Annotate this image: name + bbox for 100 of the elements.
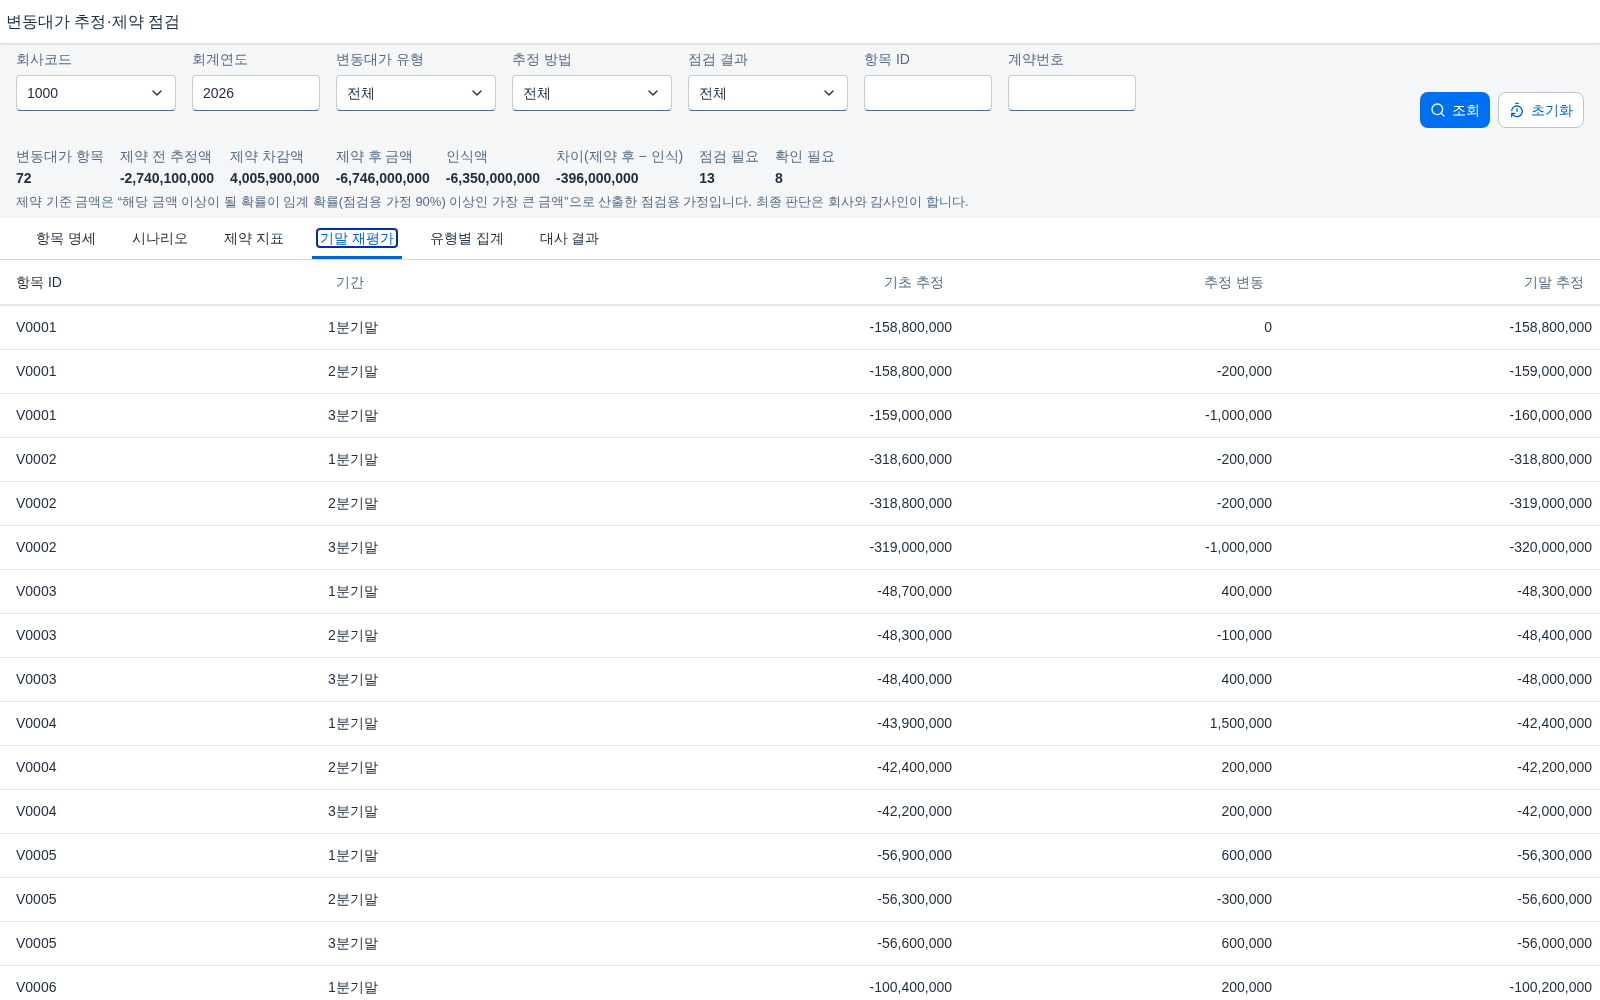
field-label: 회사코드	[16, 50, 73, 69]
input-field[interactable]	[1008, 75, 1136, 111]
field-label: 회계연도	[192, 50, 249, 69]
table-cell-text: V0001	[15, 362, 58, 381]
input-field[interactable]	[864, 75, 992, 111]
summary-value: -6,746,000,000	[335, 169, 430, 188]
tab[interactable]: 항목 명세	[28, 227, 104, 259]
column-header: 기말 추정	[1523, 272, 1585, 292]
table-cell-text: 600,000	[1220, 934, 1273, 953]
table-cell-text: -319,000,000	[868, 538, 953, 557]
summary-value: 72	[16, 169, 33, 188]
summary-value: -6,350,000,000	[445, 169, 541, 188]
column-header: 추정 변동	[1203, 272, 1265, 292]
table-cell-text: V0005	[15, 934, 58, 953]
input-field[interactable]: 2026	[192, 75, 320, 111]
field-label: 항목 ID	[864, 50, 911, 69]
table-cell-text: -48,400,000	[1516, 626, 1593, 645]
table-cell-text: -158,800,000	[1508, 318, 1593, 337]
search-button[interactable]: 조회	[1420, 92, 1490, 128]
tab[interactable]: 유형별 집계	[421, 227, 512, 259]
table-cell-text: 2분기말	[327, 890, 379, 909]
select-field[interactable]: 전체	[336, 75, 496, 111]
table-cell-text: -318,600,000	[868, 450, 953, 469]
table-cell-text: 1분기말	[327, 846, 379, 865]
table-cell-text: V0005	[15, 890, 58, 909]
table-cell-text: -42,400,000	[1516, 714, 1593, 733]
table-cell-text: -200,000	[1215, 494, 1273, 513]
table-cell-text: -43,900,000	[876, 714, 953, 733]
table-cell-text: 1분기말	[327, 582, 379, 601]
table-cell-text: -320,000,000	[1508, 538, 1593, 557]
column-header: 기초 추정	[883, 272, 945, 292]
select-field[interactable]: 1000	[16, 75, 176, 111]
table-cell-text: -100,000	[1215, 626, 1273, 645]
table-cell-text: 400,000	[1220, 582, 1273, 601]
table-cell-text: 2분기말	[327, 626, 379, 645]
table-cell-text: -56,600,000	[876, 934, 953, 953]
table-cell-text: 3분기말	[327, 934, 379, 953]
summary-label: 제약 차감액	[230, 147, 305, 166]
tab[interactable]: 대사 결과	[531, 227, 608, 259]
table-cell-text: -200,000	[1215, 362, 1273, 381]
table-cell-text: 1분기말	[327, 978, 379, 997]
summary-label: 차이(제약 후 − 인식)	[556, 147, 684, 166]
search-icon	[1430, 102, 1446, 118]
table-cell-text: V0005	[15, 846, 58, 865]
summary-label: 인식액	[445, 147, 489, 166]
table-cell-text: -158,800,000	[868, 318, 953, 337]
table-cell-text: -56,300,000	[1516, 846, 1593, 865]
tab[interactable]: 시나리오	[123, 227, 196, 259]
table-cell-text: 2분기말	[327, 362, 379, 381]
table-cell-text: V0003	[15, 626, 58, 645]
table-cell-text: -42,400,000	[876, 758, 953, 777]
table-cell-text: -100,400,000	[868, 978, 953, 997]
reset-icon	[1509, 102, 1525, 118]
reset-button[interactable]: 초기화	[1498, 92, 1584, 128]
table-cell-text: -48,400,000	[876, 670, 953, 689]
table-cell-text: -1,000,000	[1204, 538, 1273, 557]
table-cell-text: V0002	[15, 494, 58, 513]
table-cell-text: 3분기말	[327, 538, 379, 557]
field-label: 계약번호	[1008, 50, 1065, 69]
table-cell-text: -159,000,000	[1508, 362, 1593, 381]
field-label: 점검 결과	[688, 50, 749, 69]
table-cell-text: -160,000,000	[1508, 406, 1593, 425]
table-cell-text: 400,000	[1220, 670, 1273, 689]
column-header: 기간	[335, 272, 365, 292]
table-cell-text: 3분기말	[327, 670, 379, 689]
table-cell-text: 0	[1263, 318, 1273, 337]
field-label: 추정 방법	[512, 50, 573, 69]
summary-value: -396,000,000	[556, 169, 640, 188]
select-field[interactable]: 전체	[688, 75, 848, 111]
table-cell-text: 1분기말	[327, 318, 379, 337]
table-cell-text: -48,000,000	[1516, 670, 1593, 689]
table-cell-text: V0004	[15, 758, 58, 777]
table-cell-text: -300,000	[1215, 890, 1273, 909]
field-label: 변동대가 유형	[336, 50, 425, 69]
table-cell-text: -318,800,000	[1508, 450, 1593, 469]
table-cell-text: V0006	[15, 978, 58, 997]
summary-value: 13	[699, 169, 716, 188]
table-cell-text: -1,000,000	[1204, 406, 1273, 425]
select-field[interactable]: 전체	[512, 75, 672, 111]
table-cell-text: -158,800,000	[868, 362, 953, 381]
table-cell-text: 3분기말	[327, 406, 379, 425]
table-cell-text: V0004	[15, 802, 58, 821]
table-cell-text: 600,000	[1220, 846, 1273, 865]
table-cell-text: -42,200,000	[876, 802, 953, 821]
table-cell-text: -56,000,000	[1516, 934, 1593, 953]
table-cell-text: -48,300,000	[876, 626, 953, 645]
table-cell-text: V0003	[15, 670, 58, 689]
table-cell-text: -48,700,000	[876, 582, 953, 601]
table-cell-text: -319,000,000	[1508, 494, 1593, 513]
table-cell-text: -200,000	[1215, 450, 1273, 469]
page-title: 변동대가 추정·제약 점검	[6, 11, 181, 32]
summary-label: 점검 필요	[699, 147, 760, 166]
table-cell-text: V0001	[15, 406, 58, 425]
table-cell-text: -42,200,000	[1516, 758, 1593, 777]
column-header: 항목 ID	[15, 272, 63, 292]
table-cell-text: V0002	[15, 450, 58, 469]
table-cell-text: 200,000	[1220, 802, 1273, 821]
table-cell-text: 2분기말	[327, 758, 379, 777]
tab[interactable]: 제약 지표	[215, 227, 292, 259]
note-text: 제약 기준 금액은 “해당 금액 이상이 될 확률이 임계 확률(점검용 가정 90%) 이상인 가장 큰 금액”으로 산출한 점검용 가정입니다. 최종 판단은 회사와 감사인이 합니다.	[16, 193, 970, 211]
